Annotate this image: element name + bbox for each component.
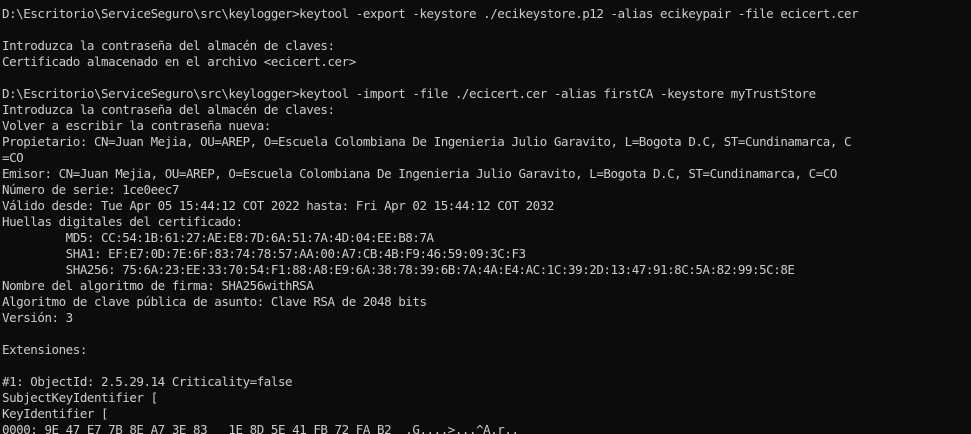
terminal-line: SHA1: EF:E7:0D:7E:6F:83:74:78:57:AA:00:A… xyxy=(2,246,526,261)
terminal-line: Introduzca la contraseña del almacén de … xyxy=(2,102,335,117)
terminal-line: Introduzca la contraseña del almacén de … xyxy=(2,38,335,53)
terminal-line: Huellas digitales del certificado: xyxy=(2,214,243,229)
terminal-line: Nombre del algoritmo de firma: SHA256wit… xyxy=(2,278,314,293)
terminal-window[interactable]: D:\Escritorio\ServiceSeguro\src\keylogge… xyxy=(0,0,971,434)
terminal-line: Versión: 3 xyxy=(2,310,73,325)
terminal-line: Extensiones: xyxy=(2,342,87,357)
terminal-line: SubjectKeyIdentifier [ xyxy=(2,390,158,405)
terminal-line: MD5: CC:54:1B:61:27:AE:E8:7D:6A:51:7A:4D… xyxy=(2,230,434,245)
terminal-line: 0000: 9E 47 E7 7B 8E A7 3E 83 1E 8D 5E 4… xyxy=(2,422,519,434)
terminal-line: Volver a escribir la contraseña nueva: xyxy=(2,118,271,133)
terminal-line: Algoritmo de clave pública de asunto: Cl… xyxy=(2,294,427,309)
terminal-line: D:\Escritorio\ServiceSeguro\src\keylogge… xyxy=(2,86,816,101)
terminal-line: Certificado almacenado en el archivo <ec… xyxy=(2,54,356,69)
terminal-line: Emisor: CN=Juan Mejia, OU=AREP, O=Escuel… xyxy=(2,166,837,181)
terminal-line: =CO xyxy=(2,150,24,165)
terminal-line: SHA256: 75:6A:23:EE:33:70:54:F1:88:A8:E9… xyxy=(2,262,795,277)
terminal-line: Número de serie: 1ce0eec7 xyxy=(2,182,179,197)
terminal-line: KeyIdentifier [ xyxy=(2,406,109,421)
terminal-line: #1: ObjectId: 2.5.29.14 Criticality=fals… xyxy=(2,374,293,389)
terminal-line: Propietario: CN=Juan Mejia, OU=AREP, O=E… xyxy=(2,134,852,149)
terminal-line: D:\Escritorio\ServiceSeguro\src\keylogge… xyxy=(2,6,859,21)
terminal-line: Válido desde: Tue Apr 05 15:44:12 COT 20… xyxy=(2,198,554,213)
